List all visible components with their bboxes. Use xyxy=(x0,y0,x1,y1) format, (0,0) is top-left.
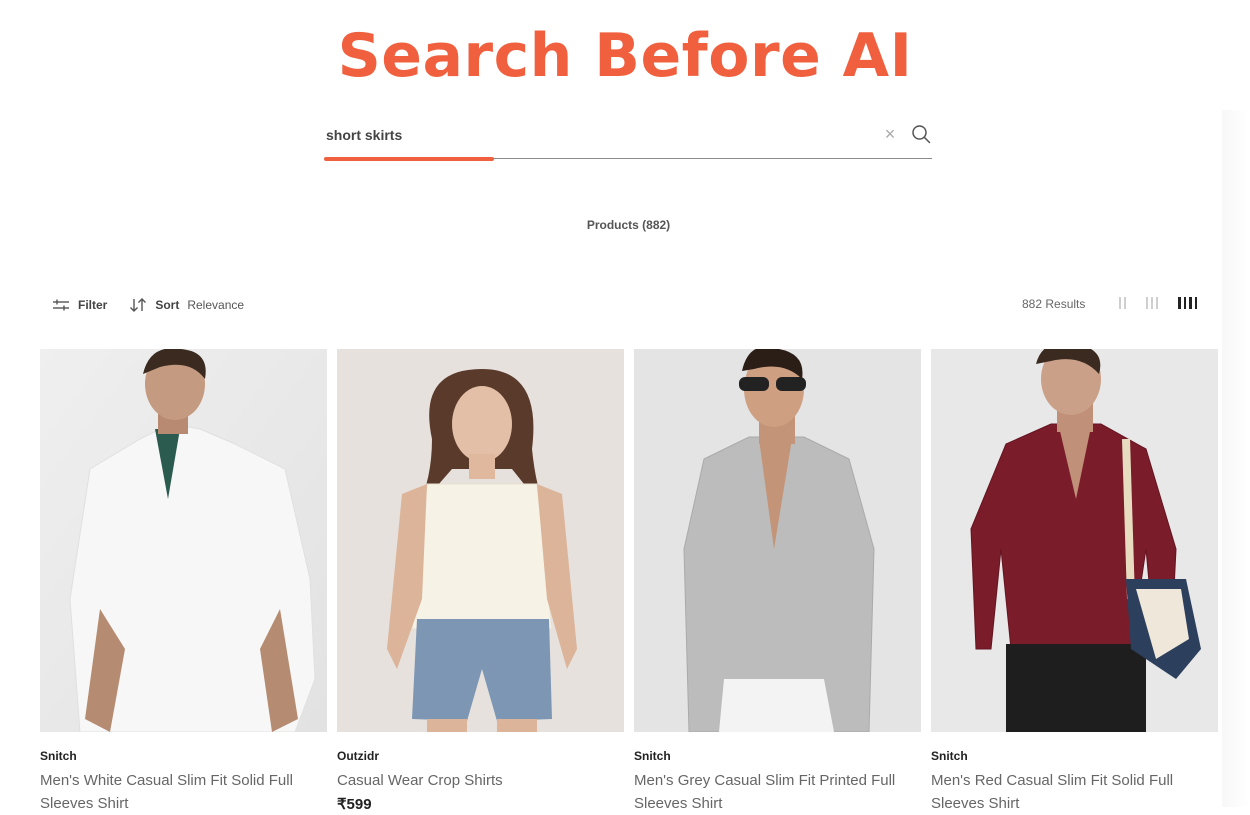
product-name[interactable]: Men's Grey Casual Slim Fit Printed Full … xyxy=(634,769,921,815)
product-image[interactable] xyxy=(337,349,624,732)
grid-3-icon[interactable] xyxy=(1146,297,1158,309)
product-image[interactable] xyxy=(634,349,921,732)
product-brand: Snitch xyxy=(634,749,671,763)
product-brand: Snitch xyxy=(40,749,77,763)
panel-edge-shadow xyxy=(1222,110,1250,807)
product-image[interactable] xyxy=(40,349,327,732)
search-loading-bar xyxy=(324,157,494,161)
sort-value: Relevance xyxy=(187,298,245,312)
search-bar: × xyxy=(324,118,932,161)
product-price: ₹599 xyxy=(337,796,372,813)
sort-icon xyxy=(130,298,147,312)
grid-4-icon[interactable] xyxy=(1178,297,1197,309)
product-brand: Outzidr xyxy=(337,749,379,763)
product-image[interactable] xyxy=(931,349,1218,732)
products-count: Products (882) xyxy=(586,218,671,232)
sort-button[interactable]: Sort Relevance xyxy=(129,297,244,313)
product-name[interactable]: Men's White Casual Slim Fit Solid Full S… xyxy=(40,769,327,815)
clear-icon[interactable]: × xyxy=(882,125,898,143)
product-card[interactable]: Snitch Men's Red Casual Slim Fit Solid F… xyxy=(931,349,1218,815)
search-icon[interactable] xyxy=(911,124,931,144)
toolbar: Filter Sort Relevance xyxy=(52,295,244,315)
product-name[interactable]: Casual Wear Crop Shirts xyxy=(337,769,624,792)
product-card[interactable]: Snitch Men's White Casual Slim Fit Solid… xyxy=(40,349,327,815)
product-brand: Snitch xyxy=(931,749,968,763)
sort-label: Sort xyxy=(155,298,180,312)
filter-icon xyxy=(53,299,69,311)
product-grid: Snitch Men's White Casual Slim Fit Solid… xyxy=(40,349,1218,815)
product-card[interactable]: Snitch Men's Grey Casual Slim Fit Printe… xyxy=(634,349,921,815)
results-count: 882 Results xyxy=(1022,297,1086,311)
search-input[interactable] xyxy=(325,118,866,152)
view-toggles xyxy=(1119,297,1197,309)
filter-button[interactable]: Filter xyxy=(52,298,107,312)
product-card[interactable]: Outzidr Casual Wear Crop Shirts ₹599 xyxy=(337,349,624,815)
product-name[interactable]: Men's Red Casual Slim Fit Solid Full Sle… xyxy=(931,769,1218,815)
filter-label: Filter xyxy=(78,298,108,312)
page-headline: Search Before AI xyxy=(337,21,913,91)
grid-2-icon[interactable] xyxy=(1119,297,1126,309)
